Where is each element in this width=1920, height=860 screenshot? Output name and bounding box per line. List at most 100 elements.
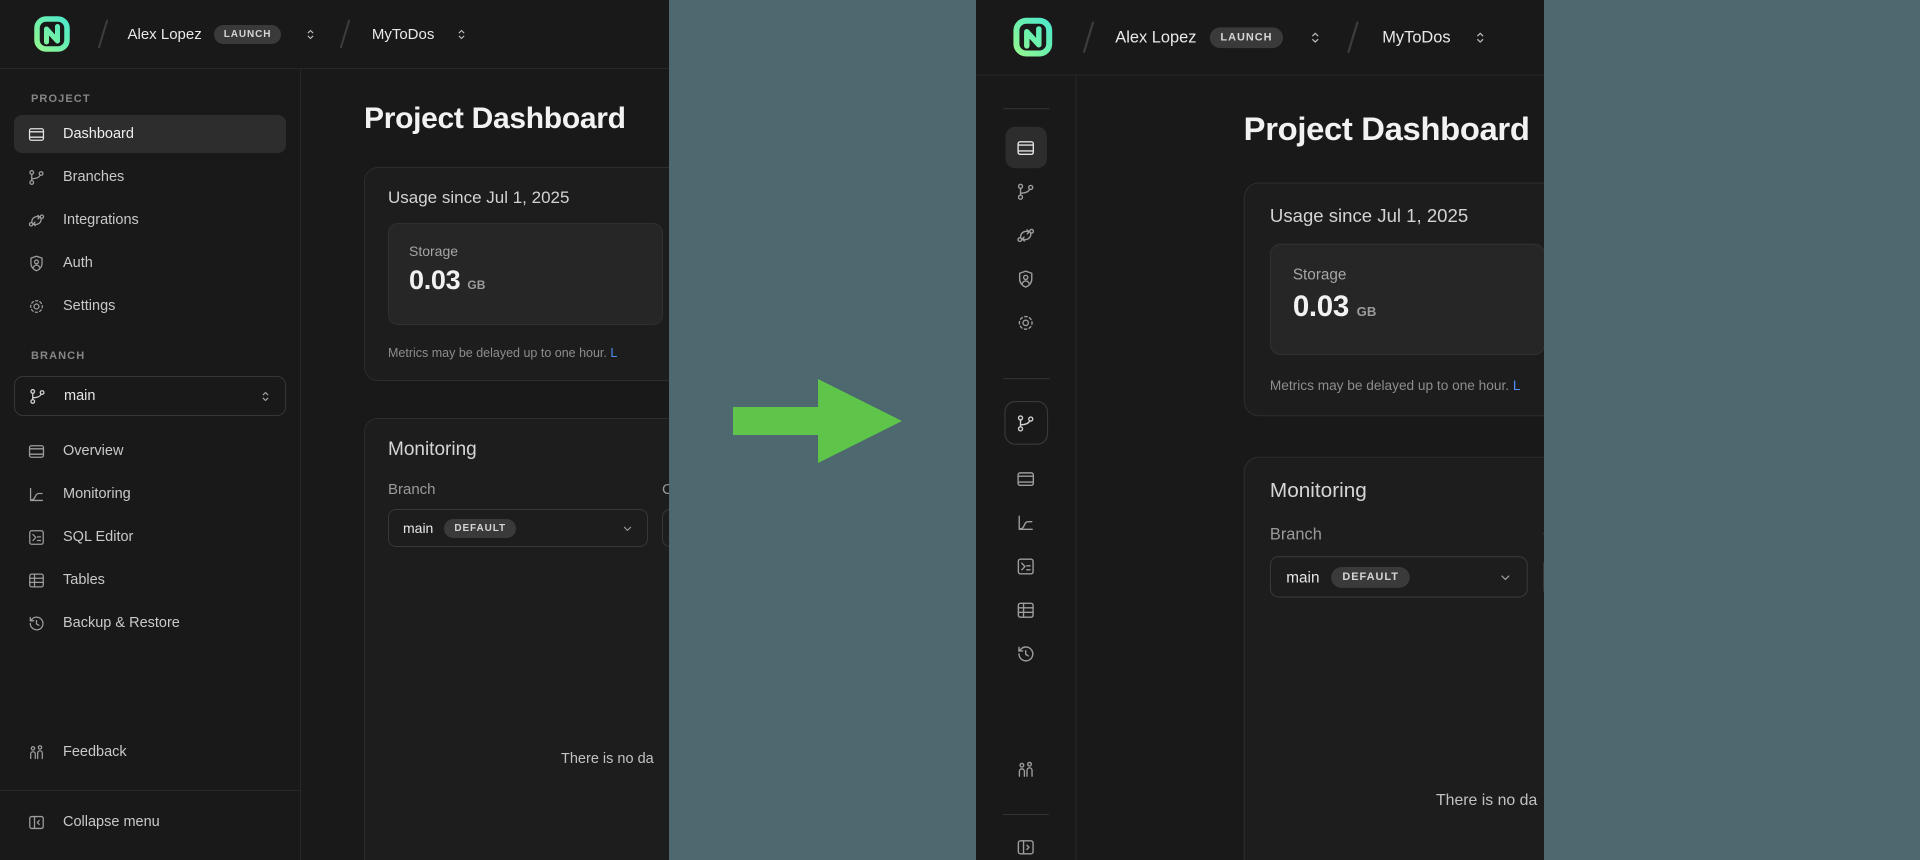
account-name[interactable]: Alex Lopez — [128, 26, 202, 43]
storage-stat-label: Storage — [1292, 265, 1347, 283]
sidebar-item-branches[interactable]: Branches — [14, 158, 286, 196]
second-dropdown[interactable] — [1543, 556, 1544, 598]
sidebar-item-sql-editor[interactable] — [1005, 545, 1047, 587]
second-field-label: C — [662, 481, 669, 498]
branch-dropdown-value: main — [403, 520, 434, 536]
branch-selector[interactable]: main — [14, 376, 286, 416]
history-restore-icon — [27, 614, 46, 633]
sidebar-item-monitoring[interactable] — [1005, 502, 1047, 544]
section-label-project: PROJECT — [31, 93, 91, 105]
section-label-branch: BRANCH — [31, 350, 86, 362]
usage-card-title: Usage since Jul 1, 2025 — [1269, 205, 1469, 227]
metrics-note: Metrics may be delayed up to one hour. L — [388, 346, 669, 360]
monitoring-card: Monitoring Branch main DEFAULT C — [1243, 456, 1544, 860]
branch-field-label: Branch — [1269, 525, 1322, 545]
page-title: Project Dashboard — [1243, 111, 1530, 148]
plan-badge: LAUNCH — [1209, 26, 1284, 48]
branch-selector[interactable] — [1003, 400, 1048, 445]
sidebar-collapsed — [976, 75, 1077, 860]
usage-card: Usage since Jul 1, 2025 Storage 0.03 GB … — [364, 167, 669, 381]
empty-chart-message: There is no da — [1435, 792, 1538, 810]
second-field-label: C — [1543, 526, 1544, 545]
chevrons-up-down-icon — [258, 389, 273, 404]
sidebar-item-branches[interactable] — [1005, 170, 1047, 212]
branch-dropdown-value: main — [1286, 568, 1320, 586]
sidebar-item-label: Overview — [63, 443, 124, 459]
history-restore-icon — [1015, 643, 1036, 664]
chevrons-up-down-icon[interactable] — [1472, 29, 1488, 45]
breadcrumb-slash — [1082, 21, 1094, 54]
sidebar-item-overview[interactable] — [1005, 458, 1047, 500]
page-title: Project Dashboard — [364, 102, 626, 135]
sidebar-item-settings[interactable]: Settings — [14, 287, 286, 325]
top-bar: Alex Lopez LAUNCH MyToDos — [0, 0, 669, 69]
sidebar-expanded: PROJECT Dashboard Branches Integrations … — [0, 69, 301, 860]
sidebar-item-feedback[interactable] — [1005, 748, 1047, 790]
metrics-note-link[interactable]: L — [610, 346, 617, 360]
sidebar-item-label: Monitoring — [63, 486, 131, 502]
sidebar-item-tables[interactable]: Tables — [14, 561, 286, 599]
chevron-down-icon — [620, 521, 635, 536]
auth-shield-user-icon — [1015, 268, 1036, 289]
sidebar-divider — [0, 790, 300, 791]
branch-field: Branch main DEFAULT — [1269, 525, 1528, 598]
sidebar-item-label: Branches — [63, 169, 125, 185]
monitoring-card-title: Monitoring — [388, 439, 477, 460]
storage-stat-unit: GB — [1356, 303, 1377, 320]
sidebar-divider — [1002, 378, 1049, 380]
sidebar-item-tables[interactable] — [1005, 589, 1047, 631]
branch-dropdown[interactable]: main DEFAULT — [388, 509, 648, 547]
feedback-icon — [1015, 759, 1036, 780]
git-branch-icon — [28, 387, 47, 406]
top-bar: Alex Lopez LAUNCH MyToDos — [976, 0, 1544, 76]
project-name[interactable]: MyToDos — [372, 26, 435, 43]
default-badge: DEFAULT — [1331, 566, 1410, 588]
metrics-note-text: Metrics may be delayed up to one hour. — [388, 346, 611, 360]
second-dropdown[interactable] — [662, 509, 669, 547]
chevrons-up-down-icon[interactable] — [1307, 29, 1323, 45]
panel-expand-icon — [1015, 836, 1036, 857]
collapse-menu-button[interactable]: Collapse menu — [14, 803, 286, 841]
branch-field-label: Branch — [388, 481, 436, 498]
chevrons-up-down-icon[interactable] — [454, 27, 469, 42]
second-field: C — [662, 481, 669, 547]
sidebar-item-auth[interactable]: Auth — [14, 244, 286, 282]
panel-collapse-icon — [27, 813, 46, 832]
auth-shield-user-icon — [27, 254, 46, 273]
usage-card: Usage since Jul 1, 2025 Storage 0.03 GB … — [1243, 182, 1544, 417]
sidebar-item-backup-restore[interactable]: Backup & Restore — [14, 604, 286, 642]
main-content: Project Dashboard Usage since Jul 1, 202… — [301, 69, 669, 860]
sidebar-item-settings[interactable] — [1005, 302, 1047, 344]
sidebar-item-overview[interactable]: Overview — [14, 432, 286, 470]
integrations-icon — [1015, 225, 1036, 246]
plan-badge: LAUNCH — [213, 24, 282, 44]
sidebar-item-auth[interactable] — [1005, 258, 1047, 300]
sidebar-item-monitoring[interactable]: Monitoring — [14, 475, 286, 513]
neon-logo-icon[interactable] — [32, 14, 72, 54]
monitoring-chart-icon — [1015, 512, 1036, 533]
account-name[interactable]: Alex Lopez — [1115, 28, 1196, 47]
sidebar-item-integrations[interactable]: Integrations — [14, 201, 286, 239]
chevron-down-icon — [1497, 569, 1513, 585]
tables-grid-icon — [27, 571, 46, 590]
sidebar-item-integrations[interactable] — [1005, 214, 1047, 256]
branch-selector-value: main — [64, 388, 96, 404]
sidebar-item-dashboard[interactable] — [1004, 126, 1047, 169]
neon-logo-icon[interactable] — [1011, 15, 1055, 59]
collapse-menu-label: Collapse menu — [63, 814, 160, 830]
chevrons-up-down-icon[interactable] — [303, 27, 318, 42]
sidebar-item-feedback[interactable]: Feedback — [14, 733, 286, 771]
project-name[interactable]: MyToDos — [1382, 28, 1450, 47]
metrics-note-link[interactable]: L — [1513, 378, 1521, 393]
default-badge: DEFAULT — [444, 518, 517, 538]
sidebar-item-sql-editor[interactable]: SQL Editor — [14, 518, 286, 556]
sidebar-item-backup-restore[interactable] — [1005, 633, 1047, 675]
branch-field: Branch main DEFAULT — [388, 481, 648, 547]
storage-stat-unit: GB — [467, 278, 486, 292]
sidebar-item-dashboard[interactable]: Dashboard — [14, 115, 286, 153]
branch-dropdown[interactable]: main DEFAULT — [1269, 556, 1528, 598]
usage-card-title: Usage since Jul 1, 2025 — [388, 188, 570, 207]
sidebar-item-label: Settings — [63, 298, 116, 314]
storage-stat-tile: Storage 0.03 GB — [1269, 243, 1544, 356]
expand-menu-button[interactable] — [1005, 826, 1047, 860]
